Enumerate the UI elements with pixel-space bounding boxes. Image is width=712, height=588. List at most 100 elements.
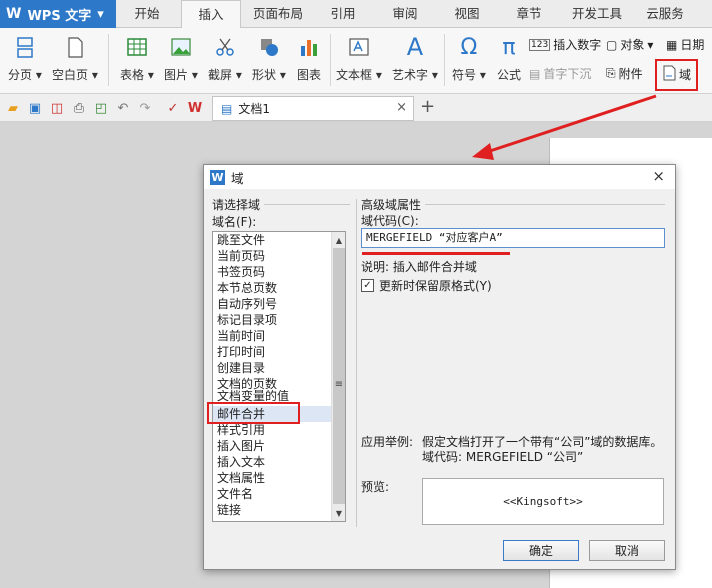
list-item[interactable]: 当前页码 — [217, 248, 265, 264]
undo-icon[interactable]: ↶ — [114, 99, 132, 117]
format-painter-icon[interactable]: ✓ — [164, 99, 182, 117]
ribbon-divider — [108, 34, 109, 86]
list-item[interactable]: 链接 — [217, 502, 241, 518]
picture-label: 图片 — [164, 68, 189, 82]
list-item[interactable]: 样式引用 — [217, 422, 265, 438]
tab-insert[interactable]: 插入 — [181, 0, 241, 29]
symbol-button[interactable]: Ω 符号 ▾ — [452, 34, 486, 83]
textbox-button[interactable]: 文本框 ▾ — [336, 34, 382, 83]
export-pdf-icon[interactable]: ◫ — [48, 99, 66, 117]
scrollbar-thumb[interactable] — [333, 248, 345, 504]
date-label: 日期 — [680, 38, 705, 52]
menu-tab-bar: W WPS 文字 ▾ 开始 插入 页面布局 引用 审阅 视图 章节 开发工具 云… — [0, 0, 712, 29]
formula-label: 公式 — [496, 68, 521, 82]
list-scrollbar[interactable]: ▲ ≡ ▼ — [331, 232, 345, 521]
insert-number-button[interactable]: 123 插入数字 — [529, 36, 601, 53]
shape-icon — [256, 34, 282, 60]
list-item[interactable]: 书签页码 — [217, 264, 265, 280]
wordart-icon: A — [406, 33, 424, 61]
tab-home[interactable]: 开始 — [124, 0, 170, 28]
save-icon[interactable]: ▣ — [26, 99, 44, 117]
field-code-input[interactable]: MERGEFIELD “对应客户A” — [361, 228, 665, 248]
preserve-format-checkbox[interactable]: ✓ 更新时保留原格式(Y) — [361, 277, 492, 294]
new-tab-button[interactable]: + — [420, 96, 435, 117]
scissors-icon — [212, 34, 238, 60]
omega-icon: Ω — [460, 34, 478, 60]
print-icon[interactable]: ⎙ — [70, 99, 88, 117]
table-button[interactable]: 表格 ▾ — [120, 34, 154, 83]
left-group-label: 请选择域 — [212, 198, 261, 212]
chevron-down-icon: ▾ — [97, 6, 104, 22]
shape-label: 形状 — [252, 68, 277, 82]
object-button[interactable]: ▢ 对象 ▾ — [606, 36, 653, 53]
close-icon[interactable]: × — [652, 167, 665, 185]
tab-cloud[interactable]: 云服务 — [640, 0, 690, 28]
list-item[interactable]: 文档属性 — [217, 470, 265, 486]
list-item[interactable]: 跳至文件 — [217, 232, 265, 248]
open-folder-icon[interactable]: ▰ — [4, 99, 22, 117]
insert-number-label: 插入数字 — [553, 38, 602, 52]
close-tab-icon[interactable]: × — [396, 100, 407, 115]
cancel-button[interactable]: 取消 — [589, 540, 665, 561]
drop-cap-button[interactable]: ▤ 首字下沉 — [529, 65, 591, 82]
date-button[interactable]: ▦ 日期 — [666, 36, 704, 53]
group-divider — [425, 204, 665, 205]
wps-logo-icon: W — [210, 169, 225, 185]
symbol-label: 符号 — [452, 68, 477, 82]
screenshot-button[interactable]: 截屏 ▾ — [208, 34, 242, 83]
field-name-label: 域名(F): — [212, 215, 257, 229]
ok-button[interactable]: 确定 — [503, 540, 579, 561]
tab-chapter[interactable]: 章节 — [506, 0, 552, 28]
document-tab-label: 文档1 — [238, 102, 270, 116]
pi-icon: π — [502, 34, 516, 60]
wordart-button[interactable]: A 艺术字 ▾ — [392, 33, 438, 83]
scroll-down-icon[interactable]: ▼ — [332, 506, 346, 520]
ribbon-divider — [444, 34, 445, 86]
page-break-icon — [12, 34, 38, 60]
dialog-title: 域 — [231, 170, 244, 186]
drop-cap-icon: ▤ — [529, 66, 541, 81]
group-divider — [264, 204, 350, 205]
print-preview-icon[interactable]: ◰ — [92, 99, 110, 117]
chart-icon — [296, 34, 322, 60]
tab-page-layout[interactable]: 页面布局 — [248, 0, 308, 28]
picture-button[interactable]: 图片 ▾ — [164, 34, 198, 83]
table-label: 表格 — [120, 68, 145, 82]
selection-highlight-box — [207, 402, 300, 424]
attachment-label: 附件 — [618, 67, 643, 81]
tab-developer[interactable]: 开发工具 — [566, 0, 628, 28]
object-label: 对象 — [620, 38, 645, 52]
formula-button[interactable]: π 公式 — [496, 34, 522, 83]
list-item[interactable]: 本节总页数 — [217, 280, 277, 296]
page-break-button[interactable]: 分页 ▾ — [8, 34, 42, 83]
blank-page-button[interactable]: 空白页 ▾ — [52, 34, 98, 83]
attachment-button[interactable]: ⎘ 附件 — [606, 65, 643, 82]
tab-review[interactable]: 审阅 — [382, 0, 428, 28]
list-item[interactable]: 插入文本 — [217, 454, 265, 470]
column-divider — [356, 199, 357, 527]
document-tab[interactable]: ▤ 文档1 × — [212, 96, 414, 121]
wps-icon[interactable]: W — [186, 99, 204, 117]
list-item[interactable]: 文档变量的值 — [217, 390, 289, 402]
list-item[interactable]: 文件名 — [217, 486, 253, 502]
scroll-up-icon[interactable]: ▲ — [332, 233, 346, 247]
tab-references[interactable]: 引用 — [320, 0, 366, 28]
preview-value: <<Kingsoft>> — [503, 495, 583, 508]
list-item[interactable]: 标记目录项 — [217, 312, 277, 328]
list-item[interactable]: 打印时间 — [217, 344, 265, 360]
list-item[interactable]: 自动序列号 — [217, 296, 277, 312]
shape-button[interactable]: 形状 ▾ — [252, 34, 286, 83]
field-code-underline — [362, 252, 510, 255]
example-label: 应用举例: — [361, 435, 414, 449]
redo-icon[interactable]: ↷ — [136, 99, 154, 117]
tab-view[interactable]: 视图 — [444, 0, 490, 28]
list-item[interactable]: 插入图片 — [217, 438, 265, 454]
list-item[interactable]: 当前时间 — [217, 328, 265, 344]
chart-button[interactable]: 图表 — [296, 34, 322, 83]
dialog-titlebar: W 域 × — [204, 165, 675, 189]
document-icon: ▤ — [221, 101, 233, 116]
wps-logo-icon: W — [6, 6, 22, 22]
app-menu-button[interactable]: W WPS 文字 ▾ — [0, 0, 116, 28]
field-list[interactable]: 跳至文件 当前页码 书签页码 本节总页数 自动序列号 标记目录项 当前时间 打印… — [212, 231, 346, 522]
list-item[interactable]: 创建目录 — [217, 360, 265, 376]
